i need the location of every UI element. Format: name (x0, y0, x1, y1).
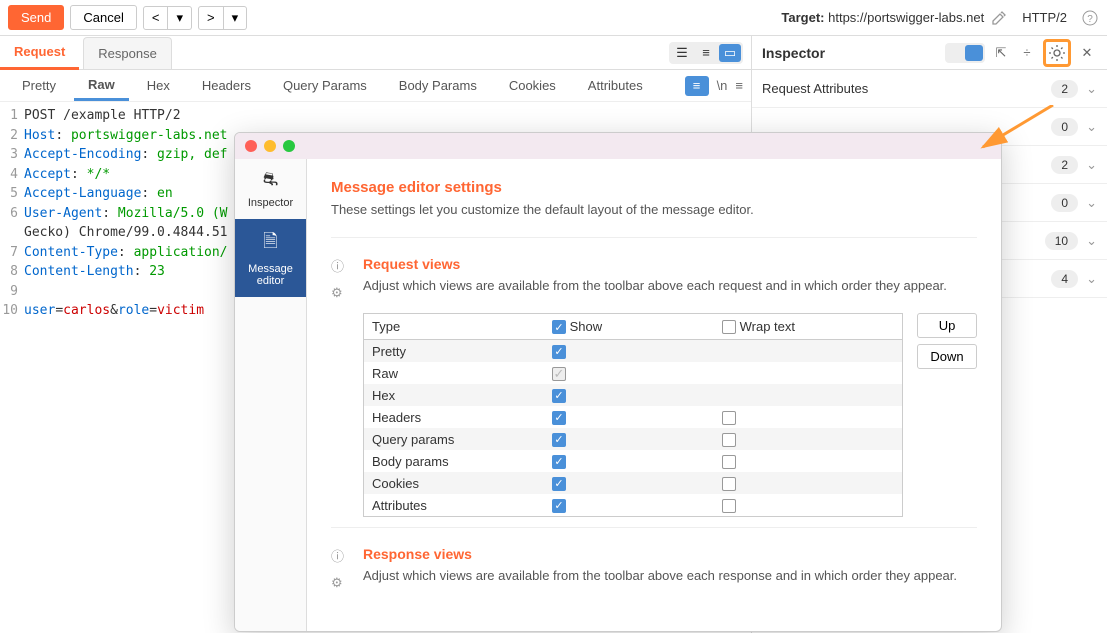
cancel-button[interactable]: Cancel (70, 5, 136, 30)
newline-icon[interactable]: \n (717, 78, 728, 93)
layout-columns-icon[interactable]: ☰ (671, 44, 693, 62)
dialog-titlebar[interactable] (235, 133, 1001, 159)
inspector-title: Inspector (762, 45, 939, 61)
move-up-button[interactable]: Up (917, 313, 977, 338)
svg-text:?: ? (1087, 14, 1093, 25)
subtab-body-params[interactable]: Body Params (385, 72, 491, 99)
layout-toggle[interactable]: ☰ ≡ ▭ (669, 42, 743, 64)
sidebar-item-message-editor[interactable]: 🗎 Message editor (235, 219, 306, 297)
window-minimize-icon[interactable] (264, 140, 276, 152)
history-prev-button[interactable]: < (143, 6, 169, 30)
top-toolbar: Send Cancel < ▾ > ▾ Target: https://port… (0, 0, 1107, 36)
view-row-raw[interactable]: Raw✓ (364, 362, 902, 384)
view-row-cookies[interactable]: Cookies✓ (364, 472, 902, 494)
subtab-raw[interactable]: Raw (74, 71, 129, 101)
view-row-body-params[interactable]: Body params✓ (364, 450, 902, 472)
http-version[interactable]: HTTP/2 (1022, 10, 1067, 25)
tab-request[interactable]: Request (0, 36, 79, 70)
subtab-hex[interactable]: Hex (133, 72, 184, 99)
menu-icon[interactable]: ≡ (735, 78, 743, 93)
view-row-attributes[interactable]: Attributes✓ (364, 494, 902, 516)
dialog-sidebar: ⛐ Inspector 🗎 Message editor (235, 159, 307, 631)
dialog-content: Message editor settings These settings l… (307, 159, 1001, 631)
layout-combined-icon[interactable]: ▭ (719, 44, 741, 62)
document-icon: 🗎 (239, 229, 302, 259)
subtab-cookies[interactable]: Cookies (495, 72, 570, 99)
expand-icon[interactable]: ⇱ (991, 43, 1011, 63)
response-views-desc: Adjust which views are available from th… (363, 568, 977, 583)
dialog-title: Message editor settings (331, 179, 977, 196)
request-views-title: Request views (363, 256, 977, 272)
response-views-title: Response views (363, 546, 977, 562)
gear-icon (1048, 44, 1066, 62)
divide-icon[interactable]: ÷ (1017, 43, 1037, 63)
view-row-headers[interactable]: Headers✓ (364, 406, 902, 428)
history-next-button[interactable]: > (198, 6, 224, 30)
edit-target-icon[interactable] (990, 9, 1008, 27)
subtab-attributes[interactable]: Attributes (574, 72, 657, 99)
subtab-pretty[interactable]: Pretty (8, 72, 70, 99)
subtab-headers[interactable]: Headers (188, 72, 265, 99)
car-icon: ⛐ (239, 169, 302, 193)
dialog-subtitle: These settings let you customize the def… (331, 202, 977, 217)
request-views-desc: Adjust which views are available from th… (363, 278, 977, 293)
history-next-menu[interactable]: ▾ (224, 6, 248, 30)
help-icon[interactable]: ⓘ (331, 546, 351, 565)
close-icon[interactable]: ✕ (1077, 43, 1097, 63)
send-button[interactable]: Send (8, 5, 64, 30)
subtab-query-params[interactable]: Query Params (269, 72, 381, 99)
gear-icon[interactable]: ⚙ (331, 285, 351, 301)
target-label: Target: https://portswigger-labs.net (781, 10, 984, 25)
settings-gear-highlighted[interactable] (1043, 39, 1071, 67)
move-down-button[interactable]: Down (917, 344, 977, 369)
view-row-pretty[interactable]: Pretty✓ (364, 340, 902, 362)
inspector-layout-toggle[interactable] (945, 43, 985, 63)
view-row-hex[interactable]: Hex✓ (364, 384, 902, 406)
actions-icon[interactable]: ≡ (685, 76, 709, 96)
request-views-table: Type✓ Show Wrap textPretty✓Raw✓Hex✓Heade… (363, 313, 903, 517)
layout-rows-icon[interactable]: ≡ (695, 44, 717, 62)
window-close-icon[interactable] (245, 140, 257, 152)
help-icon[interactable]: ⓘ (331, 256, 351, 275)
window-zoom-icon[interactable] (283, 140, 295, 152)
help-icon[interactable]: ? (1081, 9, 1099, 27)
view-subtabs: PrettyRawHexHeadersQuery ParamsBody Para… (0, 70, 751, 102)
view-row-query-params[interactable]: Query params✓ (364, 428, 902, 450)
sidebar-item-inspector[interactable]: ⛐ Inspector (235, 159, 306, 219)
tab-response[interactable]: Response (83, 37, 172, 69)
history-prev-menu[interactable]: ▾ (168, 6, 192, 30)
inspector-row[interactable]: Request Attributes2⌄ (752, 70, 1107, 108)
gear-icon[interactable]: ⚙ (331, 575, 351, 591)
settings-dialog: ⛐ Inspector 🗎 Message editor Message edi… (234, 132, 1002, 632)
